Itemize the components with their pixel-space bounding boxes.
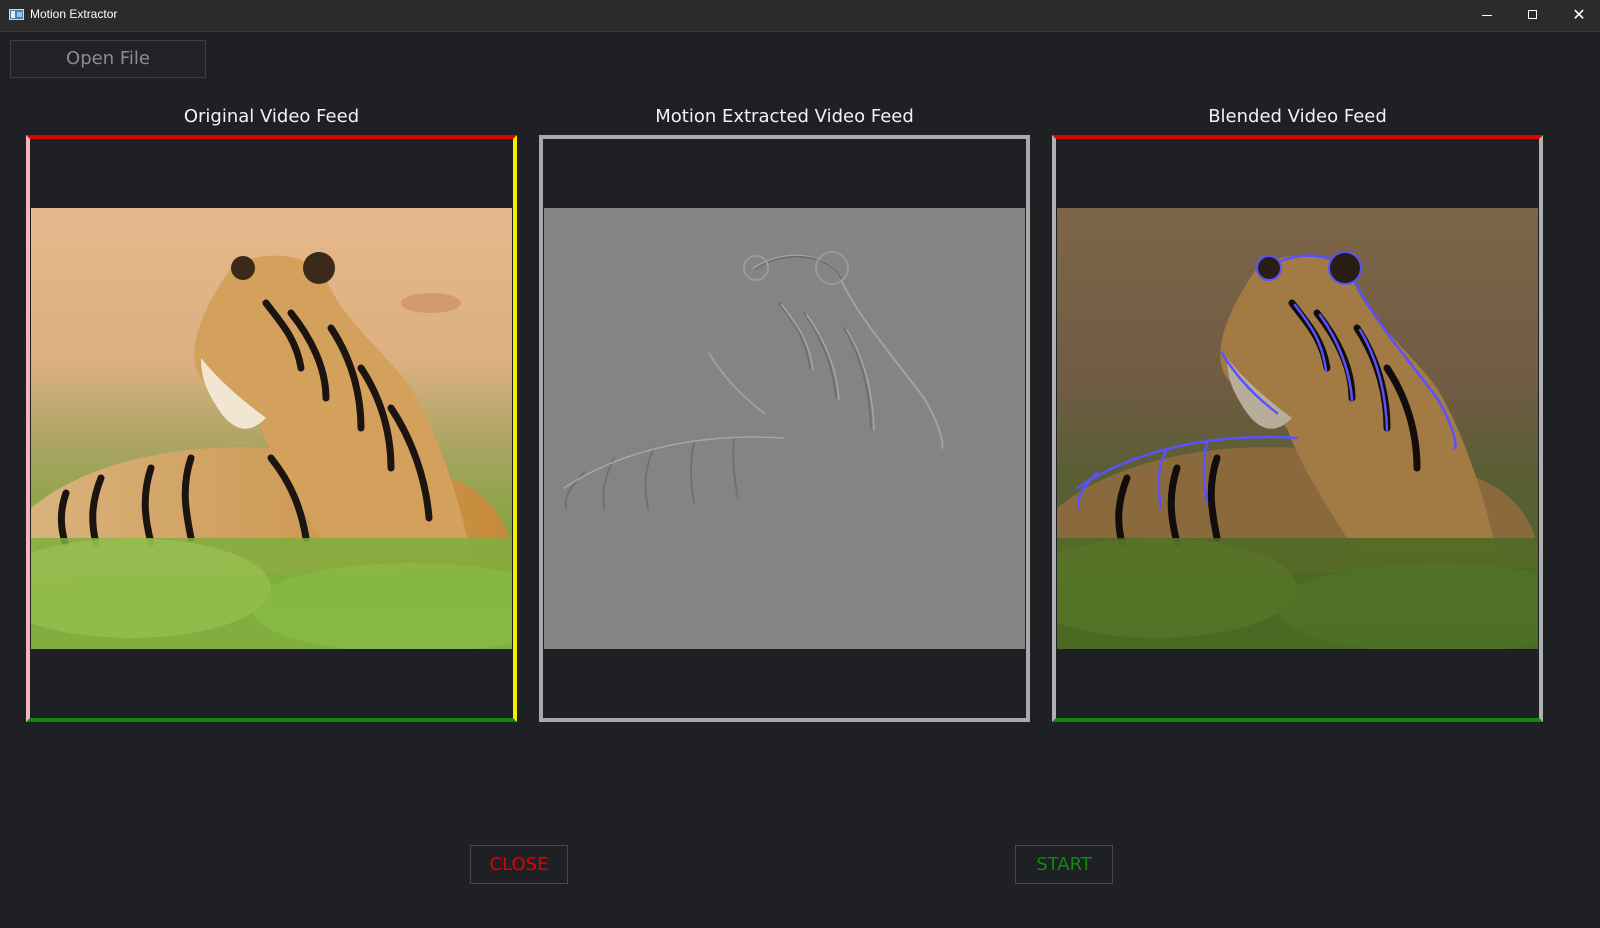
app-window: Motion Extractor ✕ Open File Original Vi… (0, 0, 1600, 928)
window-close-button[interactable]: ✕ (1556, 0, 1600, 30)
maximize-icon (1528, 10, 1537, 19)
blended-video-frame (1057, 208, 1538, 649)
window-title: Motion Extractor (30, 7, 118, 21)
motion-extracted-video-feed (539, 135, 1030, 722)
start-button[interactable]: START (1015, 845, 1113, 884)
close-button[interactable]: CLOSE (470, 845, 568, 884)
motion-extracted-video-frame (544, 208, 1025, 649)
maximize-button[interactable] (1510, 0, 1556, 30)
minimize-button[interactable] (1464, 0, 1510, 30)
close-icon: ✕ (1572, 5, 1586, 24)
blended-feed-label: Blended Video Feed (1208, 106, 1387, 127)
app-window-icon (9, 9, 24, 20)
blended-video-feed (1052, 135, 1543, 722)
title-bar: Motion Extractor ✕ (0, 0, 1600, 32)
original-video-frame (31, 208, 512, 649)
minimize-icon (1482, 15, 1492, 16)
original-video-feed (26, 135, 517, 722)
motion-feed-label: Motion Extracted Video Feed (655, 106, 914, 127)
original-feed-label: Original Video Feed (183, 106, 360, 127)
open-file-button[interactable]: Open File (10, 40, 206, 78)
